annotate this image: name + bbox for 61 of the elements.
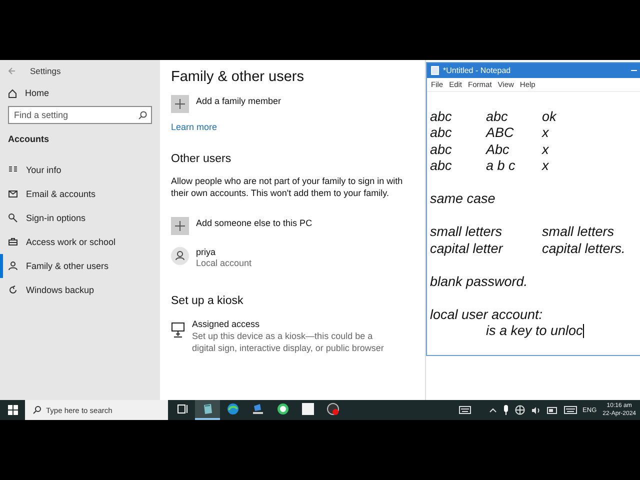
nav-item[interactable]: Access work or school: [0, 230, 160, 254]
option-title[interactable]: Assigned access: [192, 319, 397, 330]
account-type: Local account: [196, 258, 252, 269]
nav-item[interactable]: Family & other users: [0, 254, 160, 278]
text-line: same case: [430, 191, 496, 208]
chat-bubble-icon: [276, 402, 290, 416]
window-title: Settings: [30, 66, 61, 76]
task-view-icon: [176, 402, 190, 416]
record-icon: [326, 402, 340, 416]
user-name[interactable]: priya: [196, 247, 252, 258]
add-link[interactable]: Add a family member: [196, 96, 282, 106]
avatar-icon: [171, 247, 189, 265]
nav-item[interactable]: Email & accounts: [0, 182, 160, 206]
text-line: blank password.: [430, 274, 528, 290]
plus-icon: [171, 217, 189, 235]
speaker-icon: [530, 406, 541, 414]
description-text: Allow people who are not part of your family to sign in with their own accounts. This won't add them to your family.: [171, 175, 403, 199]
page-title: Family & other users: [171, 69, 305, 85]
option-description: Set up this device as a kiosk—this could be a digital sign, interactive display, or public browser: [192, 330, 385, 354]
nav-item[interactable]: Sign-in options: [0, 206, 160, 230]
globe-icon: [514, 405, 525, 415]
text-editor[interactable]: abc abc ok abc ABC x abc Abc x abc a b c x same case small letters small letters capital letter capital letters. blank password. local user account: is a key to unloc: [427, 92, 640, 355]
briefcase-icon: [8, 237, 18, 247]
envelope-icon: [8, 189, 18, 199]
browser-icon: [226, 402, 240, 416]
text-line: is a key to unloc: [485, 323, 583, 340]
nav-item[interactable]: Windows backup: [0, 278, 160, 302]
text-line: abc Abc x: [430, 142, 549, 158]
home-item[interactable]: Home: [0, 86, 160, 100]
plus-icon: [171, 95, 189, 113]
blank-page-icon: [300, 402, 314, 416]
microphone-icon: [502, 405, 509, 415]
section-heading: Set up a kiosk: [171, 295, 244, 307]
text-line: capital letter capital letters.: [430, 240, 626, 257]
windows-logo-icon: [8, 405, 18, 415]
learn-more-link[interactable]: Learn more: [171, 122, 425, 132]
section-heading: Accounts: [8, 134, 50, 144]
home-icon: [8, 88, 17, 98]
search-icon: [138, 110, 147, 120]
battery-icon: [546, 406, 558, 414]
back-arrow-icon: [8, 67, 16, 75]
text-line: abc ABC x: [430, 125, 549, 142]
section-heading: Other users: [171, 153, 232, 165]
kiosk-icon: [171, 322, 185, 338]
window-title: *Untitled - Notepad: [443, 66, 512, 75]
add-link[interactable]: Add someone else to this PC: [196, 218, 312, 228]
sync-icon: [8, 285, 18, 295]
text-line: abc a b c x: [430, 158, 549, 174]
search-icon: [33, 406, 41, 414]
text-line: local user account:: [430, 306, 543, 323]
notepad-icon: [431, 66, 439, 75]
text-line: small letters small letters: [430, 224, 614, 240]
search-field[interactable]: Find a setting: [8, 106, 152, 124]
laptop-icon: [250, 402, 264, 416]
keyboard-icon: [458, 406, 471, 414]
text-line: abc abc ok: [430, 108, 556, 125]
nav-item[interactable]: Your info: [0, 158, 160, 182]
person-icon: [8, 261, 18, 271]
text-cursor: [582, 324, 584, 338]
chevron-up-icon: [488, 407, 497, 413]
touch-keyboard-icon: [564, 406, 577, 414]
